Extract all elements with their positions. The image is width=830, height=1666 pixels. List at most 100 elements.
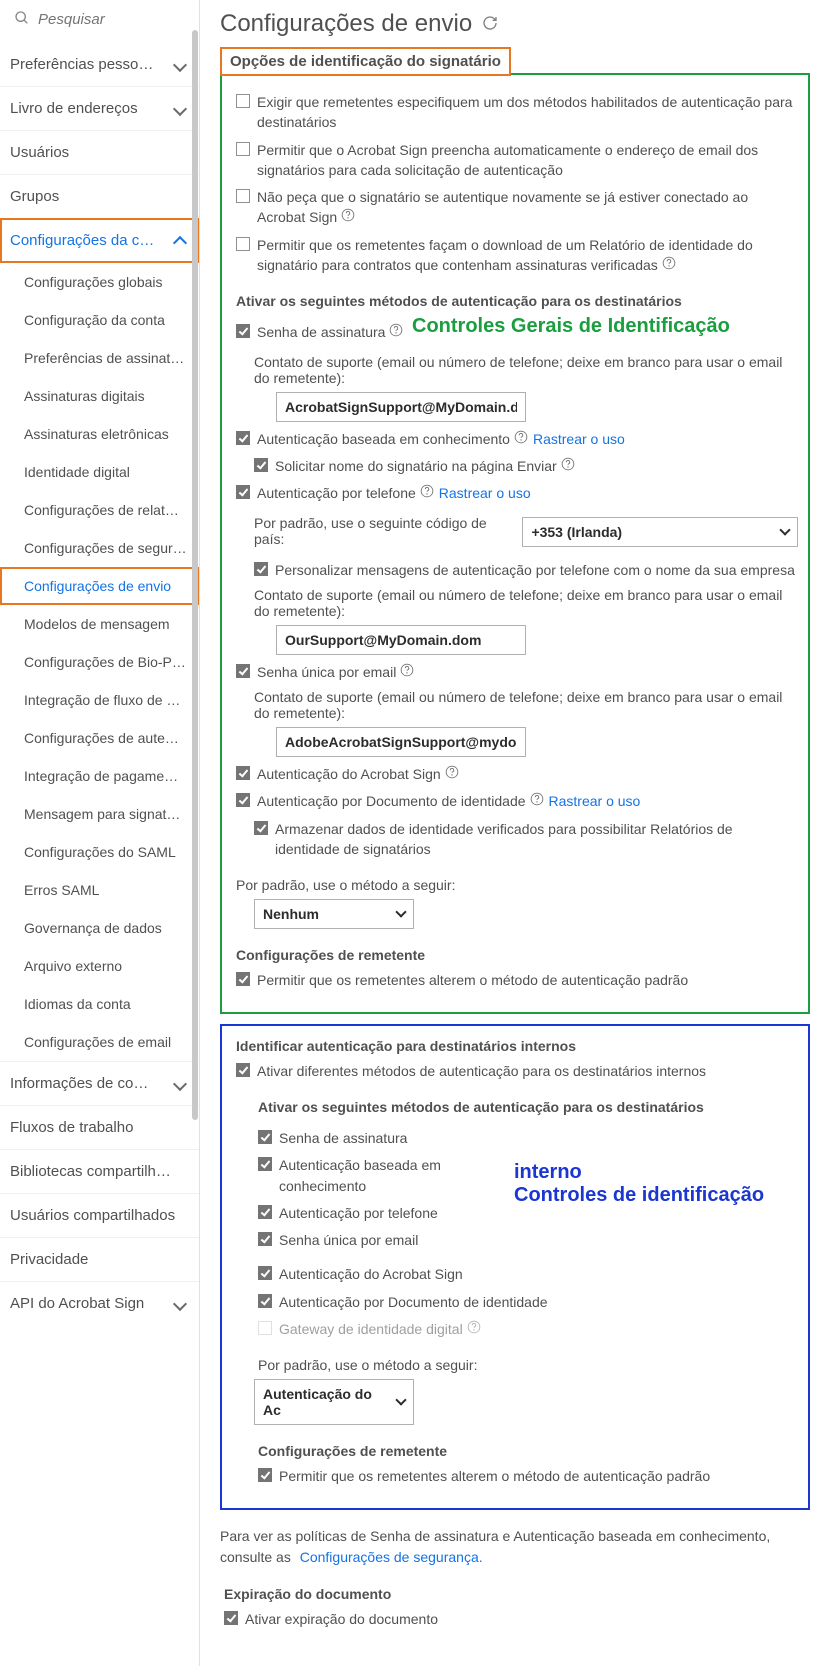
page-title: Configurações de envio: [220, 10, 810, 38]
sidebar-item-security[interactable]: Configurações de segur…: [0, 529, 199, 567]
internal-id-box: Identificar autenticação para destinatár…: [220, 1024, 810, 1510]
sidebar-section-privacy[interactable]: Privacidade: [0, 1237, 199, 1281]
sidebar-item-saml-errors[interactable]: Erros SAML: [0, 871, 199, 909]
scrollbar[interactable]: [192, 30, 198, 1120]
cb-sign-password[interactable]: Senha de assinatura: [232, 322, 412, 342]
sidebar-item-payment-int[interactable]: Integração de pagame…: [0, 757, 199, 795]
internal-default-select[interactable]: Autenticação do Ac: [254, 1379, 414, 1425]
country-code-select[interactable]: +353 (Irlanda): [522, 517, 798, 547]
sidebar-item-saml-config[interactable]: Configurações do SAML: [0, 833, 199, 871]
opt-require-method[interactable]: Exigir que remetentes especifiquem um do…: [232, 92, 798, 133]
help-icon[interactable]: [662, 256, 676, 270]
opt-autofill-email[interactable]: Permitir que o Acrobat Sign preencha aut…: [232, 140, 798, 181]
sidebar-section-addressbook[interactable]: Livro de endereços: [0, 86, 199, 130]
default-method-select[interactable]: Nenhum: [254, 899, 414, 929]
sidebar-section-account-config[interactable]: Configurações da c…: [0, 218, 199, 263]
sidebar-section-account-info[interactable]: Informações de co…: [0, 1061, 199, 1105]
default-method-label: Por padrão, use o método a seguir:: [236, 877, 798, 893]
section-title-signer-id: Opções de identificação do signatário: [220, 47, 511, 76]
contact-note-3: Contato de suporte (email ou número de t…: [254, 689, 798, 721]
cb-enable-internal[interactable]: Ativar diferentes métodos de autenticaçã…: [232, 1061, 798, 1081]
sidebar-item-external-file[interactable]: Arquivo externo: [0, 947, 199, 985]
contact-note-2: Contato de suporte (email ou número de t…: [254, 587, 798, 619]
sidebar-item-email-config[interactable]: Configurações de email: [0, 1023, 199, 1061]
opt-no-reauth[interactable]: Não peça que o signatário se autentique …: [232, 187, 798, 228]
help-icon[interactable]: [467, 1320, 481, 1334]
cb-email-otp[interactable]: Senha única por email: [232, 662, 798, 682]
sidebar-item-languages[interactable]: Idiomas da conta: [0, 985, 199, 1023]
sidebar-item-auth-settings[interactable]: Configurações de aute…: [0, 719, 199, 757]
sidebar-section-groups[interactable]: Grupos: [0, 174, 199, 218]
sidebar-item-electronic-sig[interactable]: Assinaturas eletrônicas: [0, 415, 199, 453]
search-input[interactable]: [38, 11, 185, 28]
sidebar-section-api[interactable]: API do Acrobat Sign: [0, 1281, 199, 1325]
help-icon[interactable]: [530, 792, 544, 806]
cb-int-govid[interactable]: Autenticação por Documento de identidade: [254, 1292, 798, 1312]
sidebar-item-sign-pref[interactable]: Preferências de assinat…: [0, 339, 199, 377]
link-track-usage[interactable]: Rastrear o uso: [549, 793, 641, 809]
sidebar-section-workflows[interactable]: Fluxos de trabalho: [0, 1105, 199, 1149]
sidebar-item-account[interactable]: Configuração da conta: [0, 301, 199, 339]
cb-sender-change-method[interactable]: Permitir que os remetentes alterem o mét…: [232, 970, 798, 990]
link-security-settings[interactable]: Configurações de segurança.: [300, 1549, 483, 1565]
sidebar-item-biopharma[interactable]: Configurações de Bio-P…: [0, 643, 199, 681]
help-icon[interactable]: [514, 430, 528, 444]
cb-int-sender-change[interactable]: Permitir que os remetentes alterem o mét…: [254, 1466, 798, 1486]
sidebar-item-data-gov[interactable]: Governança de dados: [0, 909, 199, 947]
sidebar-section-shared-users[interactable]: Usuários compartilhados: [0, 1193, 199, 1237]
chevron-down-icon: [395, 1395, 406, 1406]
contact-input-1[interactable]: [276, 392, 526, 422]
link-track-usage[interactable]: Rastrear o uso: [533, 431, 625, 447]
chevron-down-icon: [173, 57, 187, 71]
help-icon[interactable]: [341, 208, 355, 222]
cb-acrobat-auth[interactable]: Autenticação do Acrobat Sign: [232, 764, 798, 784]
cb-kba[interactable]: Autenticação baseada em conhecimentoRast…: [232, 429, 798, 449]
sidebar-section-shared-libs[interactable]: Bibliotecas compartilh…: [0, 1149, 199, 1193]
chevron-down-icon: [173, 1076, 187, 1090]
cb-int-password[interactable]: Senha de assinatura: [254, 1128, 514, 1148]
cb-int-kba[interactable]: Autenticação baseada em conhecimento: [254, 1155, 514, 1196]
cb-int-did-gateway[interactable]: Gateway de identidade digital: [254, 1319, 798, 1339]
content-area: Configurações de envio Opções de identif…: [200, 0, 830, 1666]
cb-custom-phone-msg[interactable]: Personalizar mensagens de autenticação p…: [232, 560, 798, 580]
cb-request-name[interactable]: Solicitar nome do signatário na página E…: [232, 456, 798, 476]
help-icon[interactable]: [445, 765, 459, 779]
internal-default-label: Por padrão, use o método a seguir:: [258, 1357, 798, 1373]
sidebar: Preferências pesso… Livro de endereços U…: [0, 0, 200, 1666]
contact-input-2[interactable]: [276, 625, 526, 655]
sidebar-item-digital-sig[interactable]: Assinaturas digitais: [0, 377, 199, 415]
help-icon[interactable]: [389, 323, 403, 337]
cb-int-acrobat[interactable]: Autenticação do Acrobat Sign: [254, 1264, 798, 1284]
cb-gov-id[interactable]: Autenticação por Documento de identidade…: [232, 791, 798, 811]
chevron-up-icon: [173, 235, 187, 249]
footer-note: Para ver as políticas de Senha de assina…: [220, 1526, 810, 1568]
link-track-usage[interactable]: Rastrear o uso: [439, 485, 531, 501]
sidebar-item-workflow-int[interactable]: Integração de fluxo de …: [0, 681, 199, 719]
opt-download-report[interactable]: Permitir que os remetentes façam o downl…: [232, 235, 798, 276]
search-icon: [14, 10, 30, 29]
doc-expiration-header: Expiração do documento: [224, 1586, 810, 1602]
annotation-internal: internoControles de identificação: [514, 1161, 764, 1207]
sidebar-item-reports[interactable]: Configurações de relat…: [0, 491, 199, 529]
general-id-box: Exigir que remetentes especifiquem um do…: [220, 73, 810, 1014]
cb-int-phone[interactable]: Autenticação por telefone: [254, 1203, 514, 1223]
search-box[interactable]: [0, 0, 199, 43]
help-icon[interactable]: [561, 457, 575, 471]
internal-sender-header: Configurações de remetente: [258, 1443, 798, 1459]
annotation-general: Controles Gerais de Identificação: [412, 315, 730, 338]
cb-phone-auth[interactable]: Autenticação por telefoneRastrear o uso: [232, 483, 798, 503]
sidebar-section-preferences[interactable]: Preferências pesso…: [0, 43, 199, 86]
sidebar-item-signer-msg[interactable]: Mensagem para signat…: [0, 795, 199, 833]
contact-input-3[interactable]: [276, 727, 526, 757]
sidebar-item-msg-templates[interactable]: Modelos de mensagem: [0, 605, 199, 643]
sidebar-item-global[interactable]: Configurações globais: [0, 263, 199, 301]
help-icon[interactable]: [400, 663, 414, 677]
sidebar-section-users[interactable]: Usuários: [0, 130, 199, 174]
cb-int-email-otp[interactable]: Senha única por email: [254, 1230, 514, 1250]
sidebar-item-send-settings[interactable]: Configurações de envio: [0, 567, 199, 605]
refresh-icon[interactable]: [482, 10, 498, 38]
cb-store-id-data[interactable]: Armazenar dados de identidade verificado…: [232, 819, 798, 860]
help-icon[interactable]: [420, 484, 434, 498]
cb-doc-expiration[interactable]: Ativar expiração do documento: [220, 1609, 810, 1629]
sidebar-item-digital-id[interactable]: Identidade digital: [0, 453, 199, 491]
